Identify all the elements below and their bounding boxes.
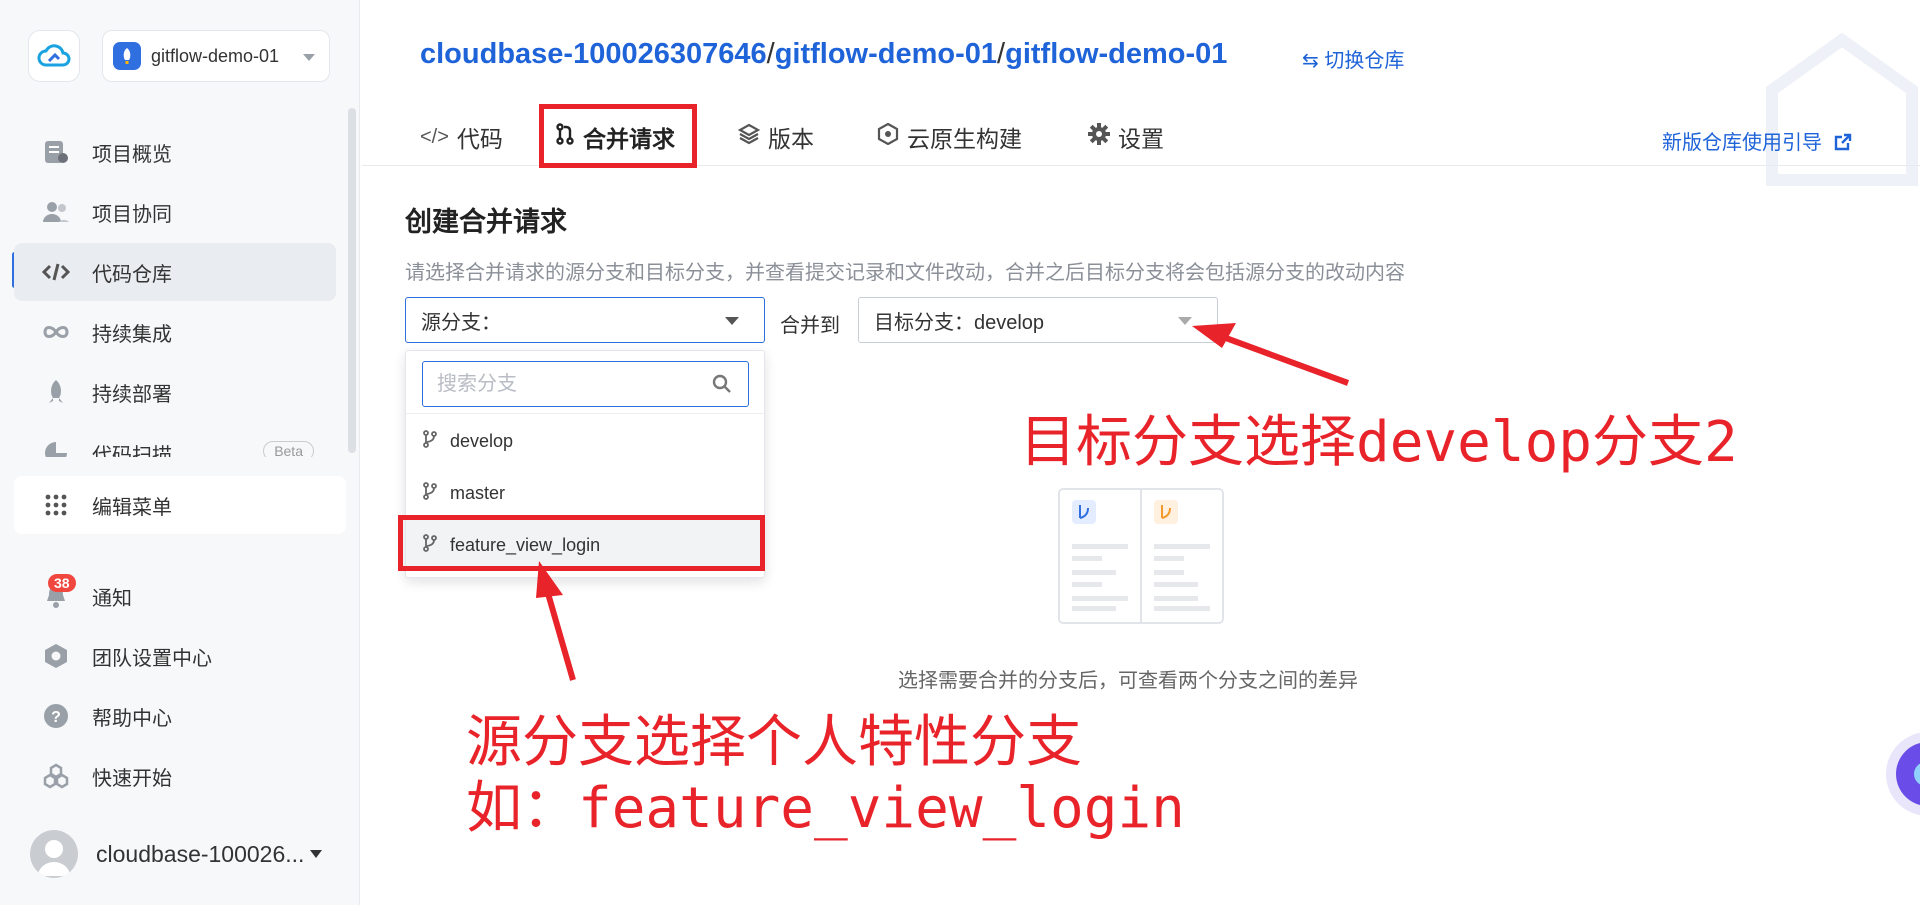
source-branch-annotation-line1: 源分支选择个人特性分支: [466, 710, 1082, 775]
arrow-to-feature-branch: [536, 561, 576, 681]
arrow-to-target: [1192, 323, 1350, 386]
source-branch-annotation-line2: 如：feature_view_login: [466, 776, 1185, 841]
target-branch-annotation: 目标分支选择develop分支2: [1020, 410, 1738, 475]
